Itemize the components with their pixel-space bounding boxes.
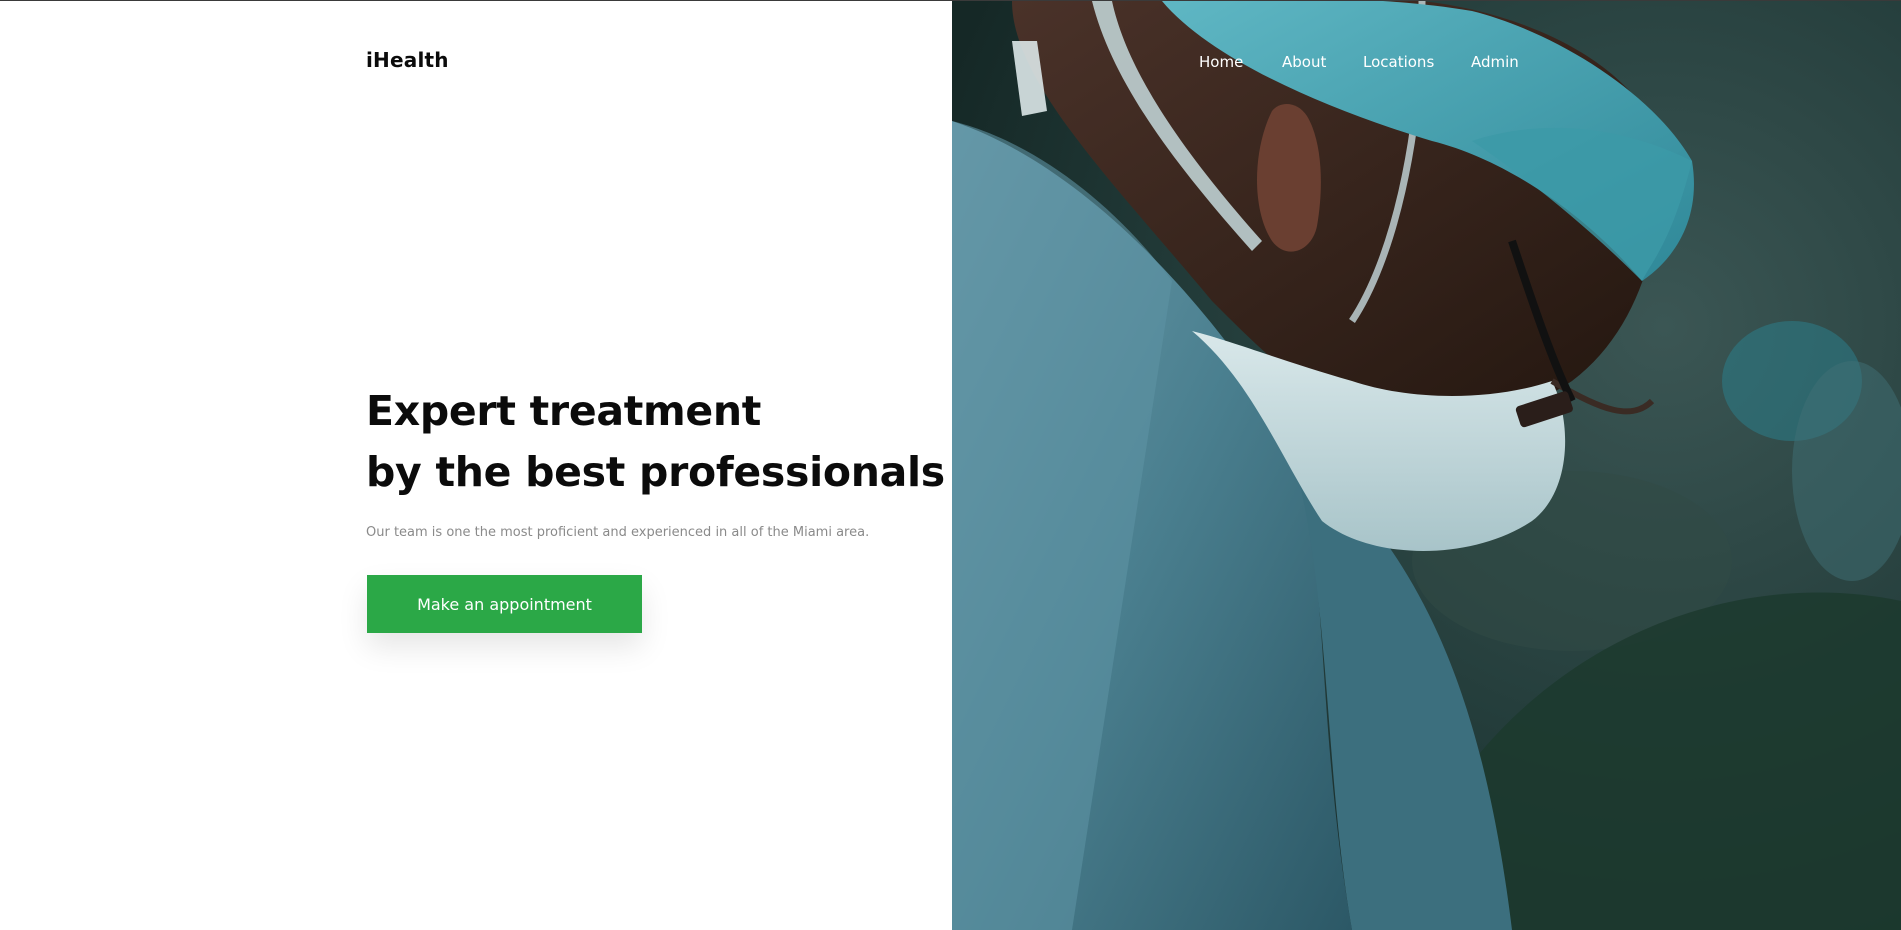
landing-page: iHealth Expert treatment by the best pro… (0, 0, 1901, 930)
hero-subtitle: Our team is one the most proficient and … (366, 525, 870, 540)
hero-title-line-2: by the best professionals (366, 448, 945, 496)
nav-link-locations[interactable]: Locations (1363, 53, 1434, 71)
nav-link-admin[interactable]: Admin (1471, 53, 1519, 71)
surgeon-photo (952, 1, 1901, 930)
main-nav: Home About Locations Admin (952, 53, 1901, 77)
brand-logo[interactable]: iHealth (366, 48, 449, 72)
hero-title-line-1: Expert treatment (366, 387, 762, 435)
hero-image-panel: Home About Locations Admin (952, 1, 1901, 930)
nav-link-about[interactable]: About (1282, 53, 1326, 71)
make-appointment-button[interactable]: Make an appointment (367, 575, 642, 633)
nav-link-home[interactable]: Home (1199, 53, 1243, 71)
hero-title: Expert treatment by the best professiona… (366, 381, 945, 503)
hero-left-panel: iHealth Expert treatment by the best pro… (0, 1, 952, 930)
